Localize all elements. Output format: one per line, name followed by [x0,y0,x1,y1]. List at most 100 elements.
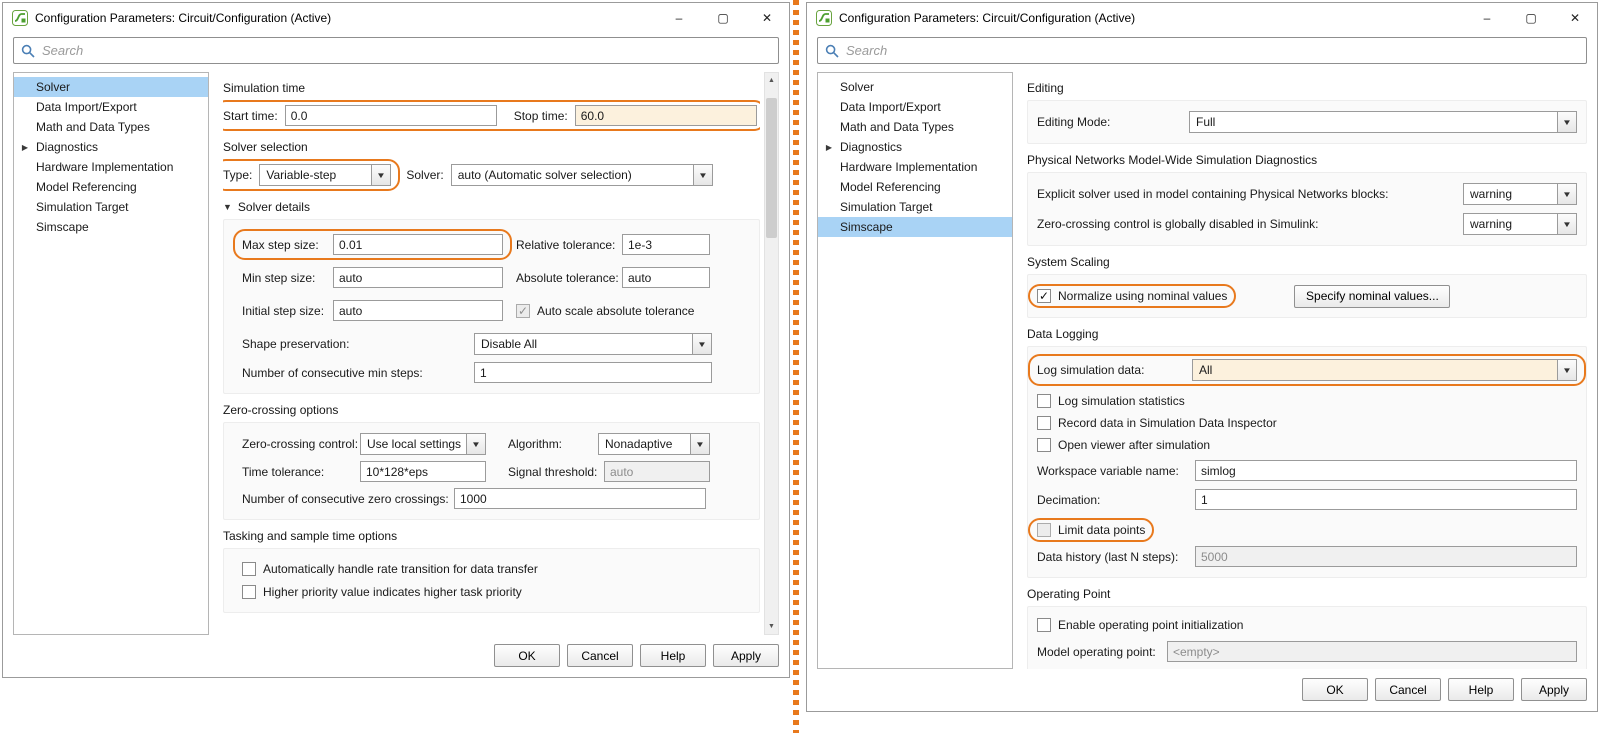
section-data-logging: Data Logging [1027,327,1587,341]
explicit-solver-dropdown[interactable]: warning ▼ [1463,183,1577,205]
help-button[interactable]: Help [640,644,706,667]
apply-button[interactable]: Apply [1521,678,1587,701]
consecutive-zero-crossings-input[interactable] [454,488,706,509]
enable-operating-point-label: Enable operating point initialization [1058,618,1243,632]
maximize-button[interactable]: ▢ [701,3,745,33]
maximize-button[interactable]: ▢ [1509,3,1553,33]
sidebar-item-model-referencing[interactable]: Model Referencing [14,177,208,197]
algorithm-dropdown[interactable]: Nonadaptive ▼ [598,433,710,455]
data-history-input[interactable] [1195,546,1577,567]
sidebar-item-data-import-export[interactable]: Data Import/Export [14,97,208,117]
cancel-button[interactable]: Cancel [567,644,633,667]
editing-group: Editing Mode: Full ▼ [1027,100,1587,144]
scroll-down-button[interactable]: ▼ [765,619,778,634]
dropdown-arrow-button[interactable]: ▼ [1557,184,1576,204]
zero-crossing-disabled-dropdown[interactable]: warning ▼ [1463,213,1577,235]
enable-operating-point-checkbox[interactable] [1037,618,1051,632]
dropdown-arrow-button[interactable]: ▼ [371,165,390,185]
specify-nominal-values-button[interactable]: Specify nominal values... [1294,285,1450,308]
ok-button[interactable]: OK [1302,678,1368,701]
close-button[interactable]: ✕ [1553,3,1597,33]
shape-preservation-dropdown[interactable]: Disable All ▼ [474,333,712,355]
sidebar-item-hardware-implementation[interactable]: Hardware Implementation [14,157,208,177]
dropdown-arrow-button[interactable]: ▼ [693,165,712,185]
search-input[interactable] [846,43,1579,58]
sidebar-item-solver[interactable]: Solver [818,77,1012,97]
tree-expand-icon[interactable]: ▶ [818,143,840,152]
start-time-input[interactable] [285,105,497,126]
rate-transition-checkbox[interactable] [242,562,256,576]
solver-type-dropdown[interactable]: Variable-step ▼ [259,164,391,186]
cancel-button[interactable]: Cancel [1375,678,1441,701]
solver-dropdown[interactable]: auto (Automatic solver selection) ▼ [451,164,713,186]
collapse-icon[interactable]: ▼ [223,202,232,212]
workspace-variable-input[interactable] [1195,460,1577,481]
minimize-button[interactable]: – [1465,3,1509,33]
priority-checkbox[interactable] [242,585,256,599]
ok-button[interactable]: OK [494,644,560,667]
dropdown-arrow-button[interactable]: ▼ [466,434,485,454]
apply-button[interactable]: Apply [713,644,779,667]
dropdown-arrow-button[interactable]: ▼ [692,334,711,354]
highlight-limit-data-points: Limit data points [1028,518,1154,542]
limit-data-points-checkbox[interactable] [1037,523,1051,537]
help-button[interactable]: Help [1448,678,1514,701]
search-bar[interactable] [13,37,779,64]
sidebar-item-math-and-data-types[interactable]: Math and Data Types [14,117,208,137]
search-icon [825,44,839,58]
zero-crossing-control-dropdown[interactable]: Use local settings ▼ [360,433,486,455]
signal-threshold-input[interactable] [604,461,710,482]
zero-crossing-disabled-label: Zero-crossing control is globally disabl… [1037,217,1318,231]
algorithm-value: Nonadaptive [599,434,690,454]
search-input[interactable] [42,43,771,58]
time-tolerance-input[interactable] [360,461,486,482]
sidebar-item-model-referencing[interactable]: Model Referencing [818,177,1012,197]
sidebar-item-simscape[interactable]: Simscape [818,217,1012,237]
minimize-button[interactable]: – [657,3,701,33]
tree-expand-icon[interactable]: ▶ [14,143,36,152]
consecutive-min-steps-input[interactable] [474,362,712,383]
sidebar-item-simscape[interactable]: Simscape [14,217,208,237]
search-bar[interactable] [817,37,1587,64]
open-viewer-checkbox[interactable] [1037,438,1051,452]
sidebar-item-simulation-target[interactable]: Simulation Target [14,197,208,217]
sidebar-item-solver[interactable]: Solver [14,77,208,97]
absolute-tolerance-input[interactable] [622,267,710,288]
decimation-input[interactable] [1195,489,1577,510]
dropdown-arrow-button[interactable]: ▼ [1557,214,1576,234]
auto-scale-checkbox[interactable]: ✓ [516,304,530,318]
log-data-dropdown[interactable]: All ▼ [1192,359,1577,381]
record-data-inspector-checkbox[interactable] [1037,416,1051,430]
sidebar-item-diagnostics[interactable]: ▶Diagnostics [818,137,1012,157]
max-step-input[interactable] [333,234,503,255]
initial-step-input[interactable] [333,300,503,321]
window-controls: – ▢ ✕ [657,3,789,33]
min-step-input[interactable] [333,267,503,288]
sidebar-item-data-import-export[interactable]: Data Import/Export [818,97,1012,117]
time-tolerance-label: Time tolerance: [242,465,360,479]
editing-mode-label: Editing Mode: [1037,115,1189,129]
zero-crossing-group: Zero-crossing control: Use local setting… [223,422,760,520]
sidebar-item-hardware-implementation[interactable]: Hardware Implementation [818,157,1012,177]
close-button[interactable]: ✕ [745,3,789,33]
log-statistics-checkbox[interactable] [1037,394,1051,408]
start-time-label: Start time: [223,109,278,123]
scrollbar[interactable]: ▲ ▼ [764,72,779,635]
stop-time-input[interactable] [575,105,757,126]
log-statistics-label: Log simulation statistics [1058,394,1185,408]
editing-mode-dropdown[interactable]: Full ▼ [1189,111,1577,133]
dropdown-arrow-button[interactable]: ▼ [1557,360,1576,380]
sidebar-item-simulation-target[interactable]: Simulation Target [818,197,1012,217]
sidebar-item-math-and-data-types[interactable]: Math and Data Types [818,117,1012,137]
normalize-checkbox[interactable]: ✓ [1037,289,1051,303]
scrollbar-thumb[interactable] [766,98,777,238]
chevron-down-icon: ▼ [1562,118,1572,127]
dropdown-arrow-button[interactable]: ▼ [1557,112,1576,132]
relative-tolerance-input[interactable] [622,234,710,255]
model-operating-point-input[interactable] [1167,641,1577,662]
sidebar-item-diagnostics[interactable]: ▶Diagnostics [14,137,208,157]
titlebar[interactable]: Configuration Parameters: Circuit/Config… [3,3,789,33]
dropdown-arrow-button[interactable]: ▼ [690,434,709,454]
scroll-up-button[interactable]: ▲ [765,73,778,88]
titlebar[interactable]: Configuration Parameters: Circuit/Config… [807,3,1597,33]
